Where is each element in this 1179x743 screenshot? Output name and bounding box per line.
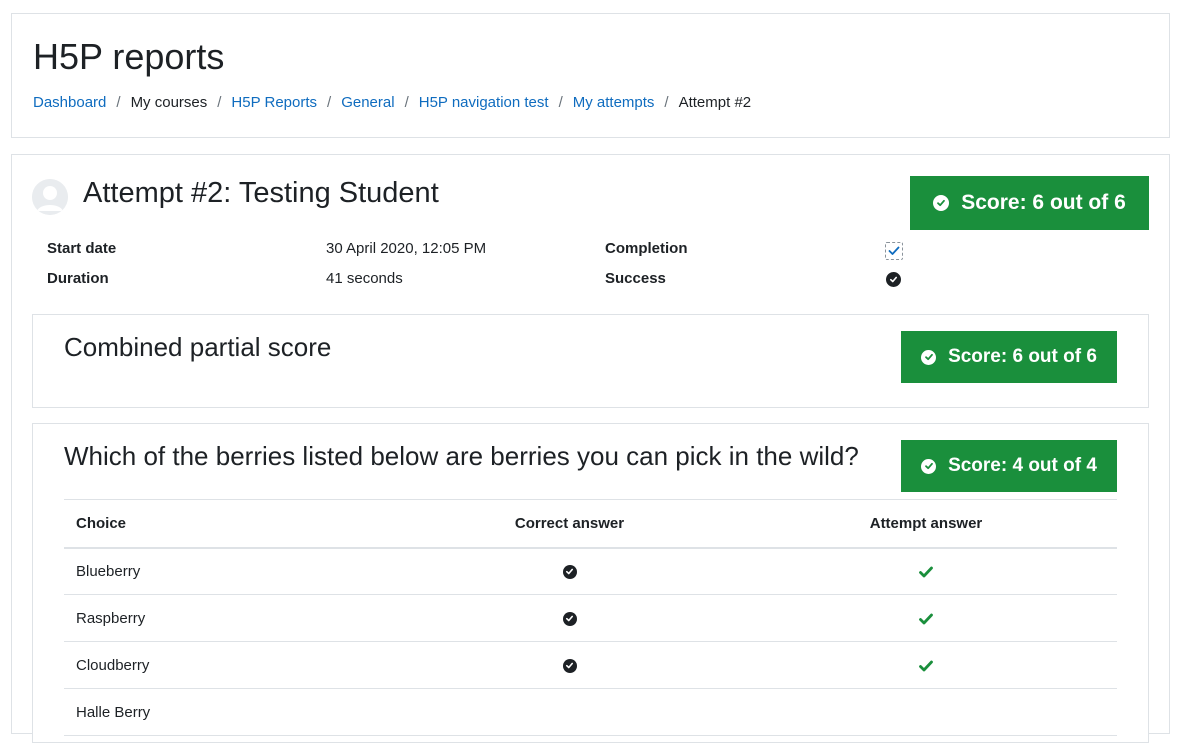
- partial-score-title: Combined partial score: [64, 332, 332, 362]
- attempt-answer-cell: [735, 547, 1117, 595]
- page-header: H5P reports Dashboard / My courses / H5P…: [11, 13, 1170, 138]
- breadcrumb-separator: /: [217, 94, 222, 111]
- breadcrumb-dashboard[interactable]: Dashboard: [33, 94, 106, 111]
- check-circle-icon: [933, 195, 950, 211]
- start-date-value: 30 April 2020, 12:05 PM: [326, 240, 487, 257]
- page-title: H5P reports: [33, 36, 225, 77]
- breadcrumb: Dashboard / My courses / H5P Reports / G…: [33, 94, 751, 111]
- correct-answer-cell: [404, 688, 735, 736]
- breadcrumb-separator: /: [116, 94, 121, 111]
- table-row: Raspberry: [64, 594, 1117, 642]
- attempt-answer-cell: [735, 594, 1117, 642]
- attempt-answer-cell: [735, 688, 1117, 736]
- choice-cell: Blueberry: [64, 547, 404, 595]
- start-date-label: Start date: [47, 240, 117, 257]
- duration-label: Duration: [47, 270, 109, 287]
- table-header-row: Choice Correct answer Attempt answer: [64, 499, 1117, 549]
- question-card: Which of the berries listed below are be…: [32, 423, 1149, 743]
- breadcrumb-my-courses: My courses: [130, 94, 208, 111]
- answers-table: Choice Correct answer Attempt answer Blu…: [64, 499, 1117, 736]
- question-score-badge: Score: 4 out of 4: [901, 440, 1117, 492]
- table-row: Cloudberry: [64, 641, 1117, 689]
- choice-cell: Halle Berry: [64, 688, 404, 736]
- question-score-text: Score: 4 out of 4: [948, 455, 1097, 476]
- completion-label: Completion: [605, 240, 688, 257]
- green-check-icon: [919, 613, 933, 625]
- partial-score-text: Score: 6 out of 6: [948, 346, 1097, 367]
- breadcrumb-h5p-navigation-test[interactable]: H5P navigation test: [419, 94, 549, 111]
- avatar[interactable]: [32, 179, 68, 215]
- completion-checkbox-icon: [885, 242, 903, 260]
- success-check-icon: [886, 272, 901, 287]
- total-score-text: Score: 6 out of 6: [961, 191, 1126, 214]
- correct-answer-cell: [404, 547, 735, 595]
- total-score-badge: Score: 6 out of 6: [910, 176, 1149, 230]
- choice-cell: Cloudberry: [64, 641, 404, 689]
- table-row: Halle Berry: [64, 688, 1117, 736]
- check-circle-icon: [921, 349, 937, 365]
- green-check-icon: [919, 660, 933, 672]
- duration-value: 41 seconds: [326, 270, 403, 287]
- user-icon: [32, 179, 68, 215]
- breadcrumb-separator: /: [558, 94, 563, 111]
- breadcrumb-separator: /: [327, 94, 332, 111]
- green-check-icon: [919, 566, 933, 578]
- breadcrumb-my-attempts[interactable]: My attempts: [573, 94, 655, 111]
- check-circle-icon: [562, 611, 577, 626]
- breadcrumb-general[interactable]: General: [341, 94, 394, 111]
- success-label: Success: [605, 270, 666, 287]
- partial-score-badge: Score: 6 out of 6: [901, 331, 1117, 383]
- breadcrumb-separator: /: [404, 94, 409, 111]
- column-header-choice: Choice: [64, 499, 404, 549]
- correct-answer-cell: [404, 594, 735, 642]
- table-row: Blueberry: [64, 547, 1117, 595]
- breadcrumb-separator: /: [664, 94, 669, 111]
- check-circle-icon: [562, 564, 577, 579]
- breadcrumb-h5p-reports[interactable]: H5P Reports: [231, 94, 317, 111]
- column-header-correct-answer: Correct answer: [404, 499, 735, 549]
- attempt-answer-cell: [735, 641, 1117, 689]
- partial-score-card: Combined partial score Score: 6 out of 6: [32, 314, 1149, 408]
- attempt-report-card: Attempt #2: Testing Student Score: 6 out…: [11, 154, 1170, 743]
- check-circle-icon: [562, 658, 577, 673]
- choice-cell: Raspberry: [64, 594, 404, 642]
- breadcrumb-current-attempt: Attempt #2: [678, 94, 752, 111]
- check-circle-icon: [921, 458, 937, 474]
- question-title: Which of the berries listed below are be…: [64, 441, 859, 471]
- column-header-attempt-answer: Attempt answer: [735, 499, 1117, 549]
- correct-answer-cell: [404, 641, 735, 689]
- attempt-title: Attempt #2: Testing Student: [83, 177, 439, 209]
